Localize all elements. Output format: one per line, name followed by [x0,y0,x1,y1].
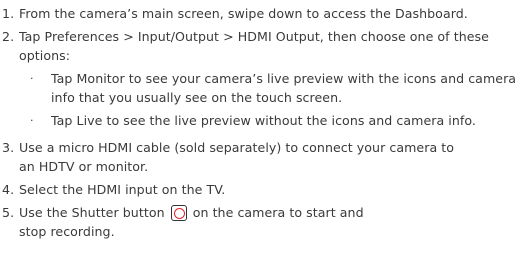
instruction-list: 1. From the camera’s main screen, swipe … [2,4,517,245]
step-text: Tap Preferences > Input/Output > HDMI Ou… [19,29,489,63]
step-text: From the camera’s main screen, swipe dow… [19,6,468,21]
step-body: Use the Shutter button on the camera to … [19,203,517,241]
step-5: 5. Use the Shutter button on the camera … [2,203,517,241]
shutter-button-icon [170,205,187,221]
step-number: 3. [2,140,15,155]
option-item-live: · Tap Live to see the live preview witho… [19,111,519,130]
step-text: Use a micro HDMI cable (sold separately)… [19,140,455,174]
bullet: · [30,72,34,85]
option-text: Tap Monitor to see your camera’s live pr… [51,71,517,105]
step-number: 4. [2,182,15,197]
step-1: 1. From the camera’s main screen, swipe … [2,4,517,23]
step-number: 2. [2,29,15,44]
step-4: 4. Select the HDMI input on the TV. [2,180,517,199]
step-3: 3. Use a micro HDMI cable (sold separate… [2,138,517,176]
step-line-1: Use the Shutter button on the camera to … [19,203,517,222]
step-line-2: stop recording. [19,224,115,239]
option-item-monitor: · Tap Monitor to see your camera’s live … [19,69,519,107]
step-number: 1. [2,6,15,21]
option-text: Tap Live to see the live preview without… [51,113,476,128]
step-text: Select the HDMI input on the TV. [19,182,226,197]
step-number: 5. [2,205,15,220]
step-2: 2. Tap Preferences > Input/Output > HDMI… [2,27,517,134]
step-text-before-icon: Use the Shutter button [19,205,165,220]
step-text-after-icon: on the camera to start and [192,205,364,220]
bullet: · [30,114,34,127]
option-list: · Tap Monitor to see your camera’s live … [19,69,519,130]
step-body: Tap Preferences > Input/Output > HDMI Ou… [19,27,519,134]
